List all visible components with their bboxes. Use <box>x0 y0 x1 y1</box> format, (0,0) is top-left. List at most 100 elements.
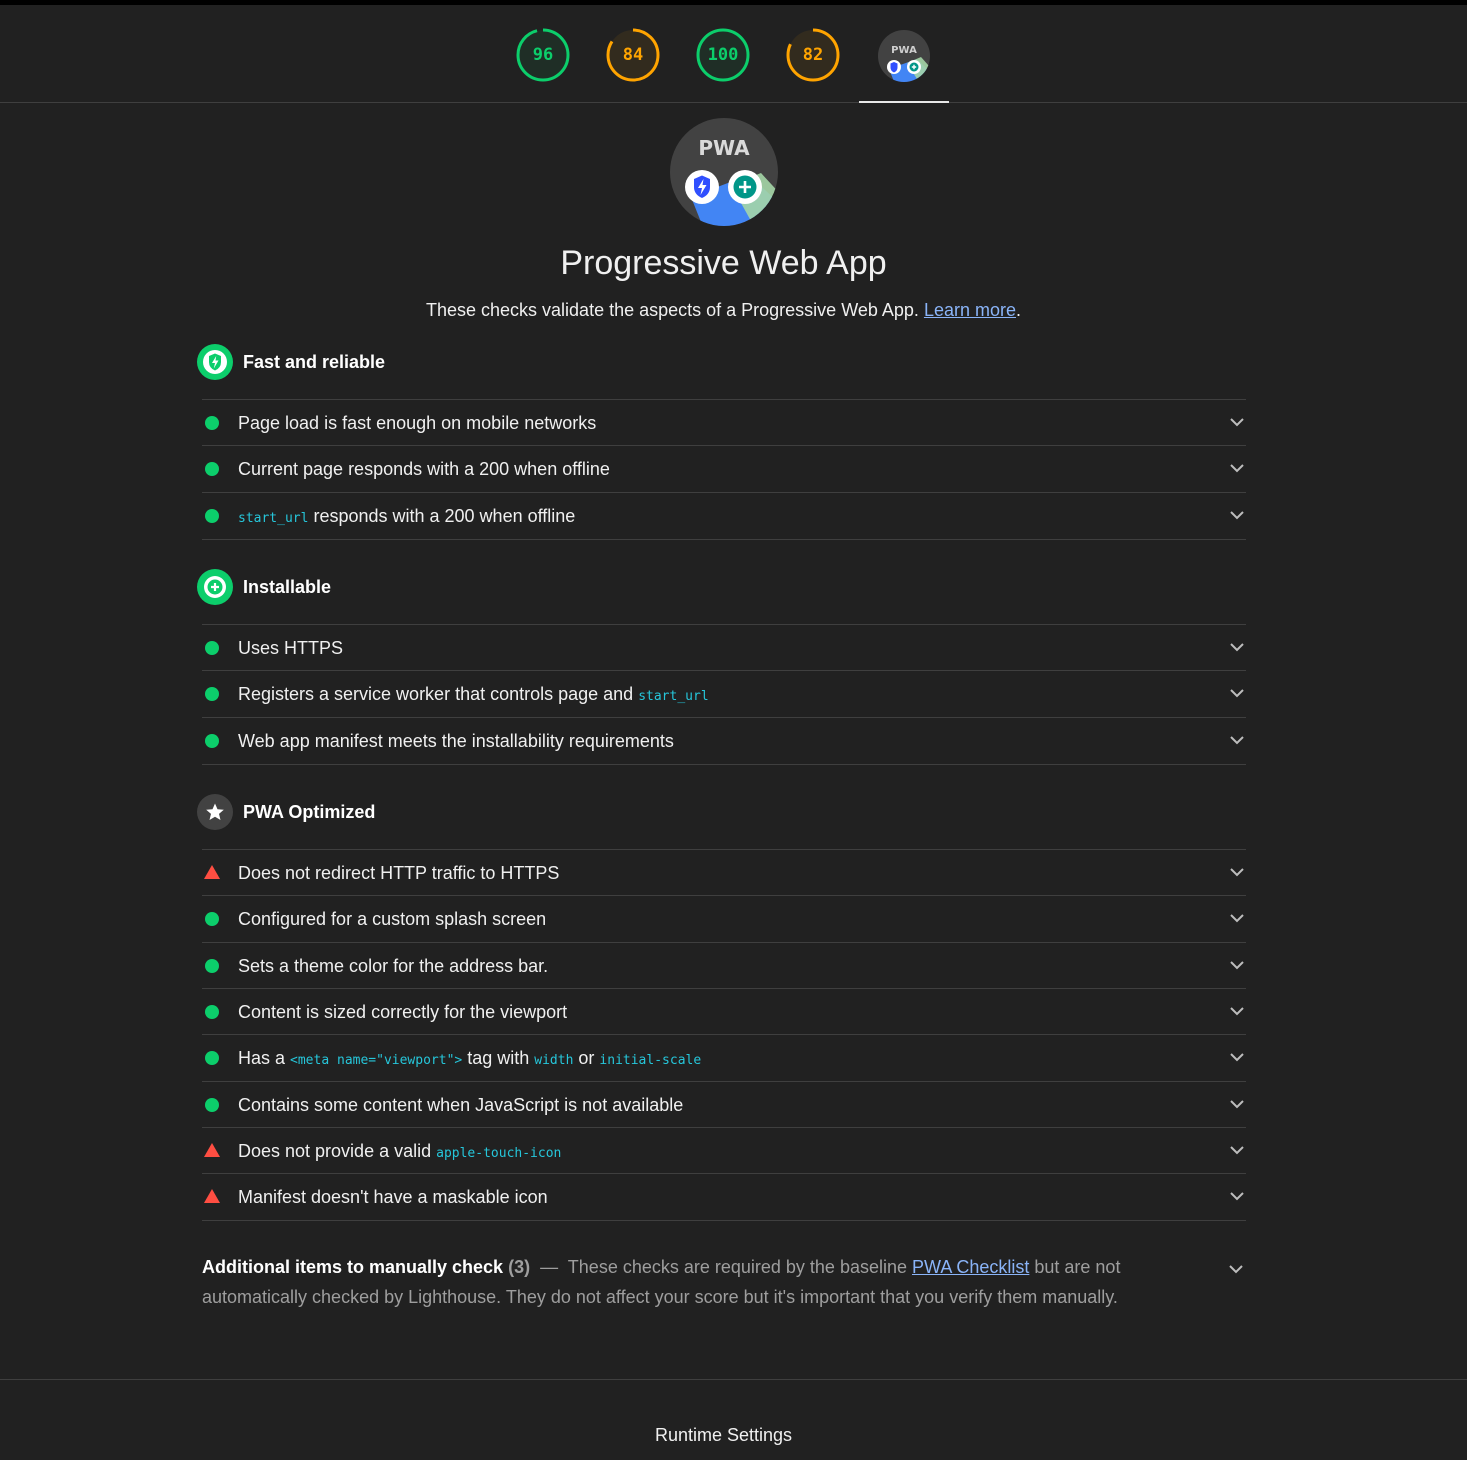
chevron-down-icon[interactable] <box>1230 510 1244 520</box>
audit-text: or <box>573 1048 600 1069</box>
gauge-0[interactable]: 96 <box>516 28 570 82</box>
group-header: PWA Optimized <box>197 794 797 830</box>
chevron-down-icon[interactable] <box>1230 913 1244 923</box>
audit-row[interactable]: Manifest doesn't have a maskable icon <box>202 1173 1246 1222</box>
audit-row[interactable]: Does not redirect HTTP traffic to HTTPS <box>202 849 1246 896</box>
gauge-score: 84 <box>622 45 644 65</box>
audit-row[interactable]: Web app manifest meets the installabilit… <box>202 716 1246 765</box>
chevron-down-icon[interactable] <box>1230 688 1244 698</box>
plus-circle-icon <box>197 569 233 605</box>
chevron-down-icon[interactable] <box>1230 417 1244 427</box>
inline-code: width <box>534 1053 574 1069</box>
audit-title: Registers a service worker that controls… <box>238 671 709 720</box>
audit-row[interactable]: Contains some content when JavaScript is… <box>202 1080 1246 1128</box>
gauge-score: 100 <box>707 45 739 65</box>
audit-text: Does not redirect HTTP traffic to HTTPS <box>238 863 560 883</box>
inline-code: start_url <box>238 510 309 526</box>
audit-text: Web app manifest meets the installabilit… <box>238 730 674 751</box>
chevron-down-icon[interactable] <box>1230 463 1244 473</box>
audit-text: Content is sized correctly for the viewp… <box>238 1001 568 1022</box>
learn-more-link[interactable]: Learn more <box>924 300 1016 320</box>
gauge-score: 96 <box>532 45 554 65</box>
pass-dot-icon <box>205 462 219 477</box>
audit-row[interactable]: Sets a theme color for the address bar. <box>202 941 1246 989</box>
chevron-down-icon[interactable] <box>1230 1191 1244 1201</box>
inline-code: apple-touch-icon <box>436 1145 562 1161</box>
audit-title: start_url responds with a 200 when offli… <box>238 493 575 542</box>
fail-triangle-icon <box>204 1189 220 1204</box>
audit-title: Has a <meta name="viewport"> tag with wi… <box>238 1035 701 1084</box>
audit-title: Manifest doesn't have a maskable icon <box>238 1174 548 1220</box>
audit-title: Uses HTTPS <box>238 625 343 671</box>
manual-checks-title: Additional items to manually check <box>202 1257 504 1277</box>
inline-code: initial-scale <box>599 1053 702 1069</box>
pass-dot-icon <box>205 912 219 927</box>
audit-row[interactable]: Content is sized correctly for the viewp… <box>202 987 1246 1035</box>
audit-row[interactable]: Uses HTTPS <box>202 624 1246 671</box>
chevron-down-icon[interactable] <box>1230 642 1244 652</box>
audit-text: Has a <box>238 1048 291 1069</box>
manual-text-before: These checks are required by the baselin… <box>567 1257 912 1277</box>
category-title: Progressive Web App <box>560 244 887 282</box>
audit-text: Uses HTTPS <box>238 638 344 658</box>
chevron-down-icon[interactable] <box>1230 1006 1244 1016</box>
audit-title: Does not redirect HTTP traffic to HTTPS <box>238 850 559 896</box>
pwa-checklist-link[interactable]: PWA Checklist <box>912 1257 1029 1277</box>
pass-dot-icon <box>205 1051 219 1066</box>
group-title: PWA Optimized <box>243 802 376 822</box>
audit-text: Manifest doesn't have a maskable icon <box>238 1187 548 1208</box>
inline-code: <meta name="viewport"> <box>290 1053 463 1069</box>
chevron-down-icon[interactable] <box>1230 960 1244 970</box>
audit-row[interactable]: Current page responds with a 200 when of… <box>202 445 1246 492</box>
gauge-1[interactable]: 84 <box>606 28 660 82</box>
chevron-down-icon[interactable] <box>1229 1264 1243 1274</box>
audit-row[interactable]: Configured for a custom splash screen <box>202 895 1246 942</box>
pwa-gauge-tab[interactable]: PWA <box>877 29 931 83</box>
group-header: Fast and reliable <box>197 344 797 380</box>
audit-row[interactable]: Page load is fast enough on mobile netwo… <box>202 399 1246 446</box>
description-text: These checks validate the aspects of a P… <box>425 300 919 320</box>
runtime-settings-heading[interactable]: Runtime Settings <box>0 1425 1447 1446</box>
audit-text: Does not provide a valid <box>238 1140 437 1161</box>
audit-title: Sets a theme color for the address bar. <box>238 943 548 989</box>
audit-row[interactable]: Does not provide a valid apple-touch-ico… <box>202 1126 1246 1177</box>
pass-dot-icon <box>205 958 219 973</box>
audit-title: Web app manifest meets the installabilit… <box>238 718 674 764</box>
audit-title: Content is sized correctly for the viewp… <box>238 989 567 1035</box>
chevron-down-icon[interactable] <box>1230 1099 1244 1109</box>
audit-title: Contains some content when JavaScript is… <box>238 1082 683 1128</box>
audit-title: Configured for a custom splash screen <box>238 896 546 942</box>
audit-text: Sets a theme color for the address bar. <box>238 955 549 976</box>
gauge-3[interactable]: 82 <box>786 28 840 82</box>
audit-row[interactable]: Registers a service worker that controls… <box>202 670 1246 717</box>
active-tab-underline <box>859 101 949 103</box>
manual-checks-count: (3) <box>508 1257 531 1277</box>
gauge-2[interactable]: 100 <box>696 28 750 82</box>
pwa-badge-icon: PWA <box>878 30 930 82</box>
description-period: . <box>1016 300 1022 320</box>
audit-row[interactable]: start_url responds with a 200 when offli… <box>202 491 1246 542</box>
chevron-down-icon[interactable] <box>1230 735 1244 745</box>
svg-text:PWA: PWA <box>698 136 750 160</box>
audit-text: Contains some content when JavaScript is… <box>238 1094 684 1115</box>
chevron-down-icon[interactable] <box>1230 1145 1244 1155</box>
lightning-shield-icon <box>197 344 233 380</box>
category-description: These checks validate the aspects of a P… <box>0 300 1447 321</box>
gauge-score: 82 <box>802 45 824 65</box>
inline-code: start_url <box>638 689 709 705</box>
pwa-logo-icon: PWA <box>670 118 778 226</box>
group-title: Fast and reliable <box>243 352 386 372</box>
pass-dot-icon <box>205 416 219 430</box>
star-icon <box>197 794 233 830</box>
audit-title: Does not provide a valid apple-touch-ico… <box>238 1128 561 1177</box>
audit-row[interactable]: Has a <meta name="viewport"> tag with wi… <box>202 1034 1246 1081</box>
pass-dot-icon <box>205 733 219 748</box>
audit-text: tag with <box>462 1048 535 1069</box>
chevron-down-icon[interactable] <box>1230 1052 1244 1062</box>
pass-dot-icon <box>205 687 219 702</box>
audit-title: Page load is fast enough on mobile netwo… <box>238 400 596 446</box>
audit-text: Page load is fast enough on mobile netwo… <box>238 413 597 433</box>
fail-triangle-icon <box>204 1142 220 1157</box>
chevron-down-icon[interactable] <box>1230 867 1244 877</box>
manual-checks-section[interactable]: Additional items to manually check (3) —… <box>202 1252 1192 1312</box>
